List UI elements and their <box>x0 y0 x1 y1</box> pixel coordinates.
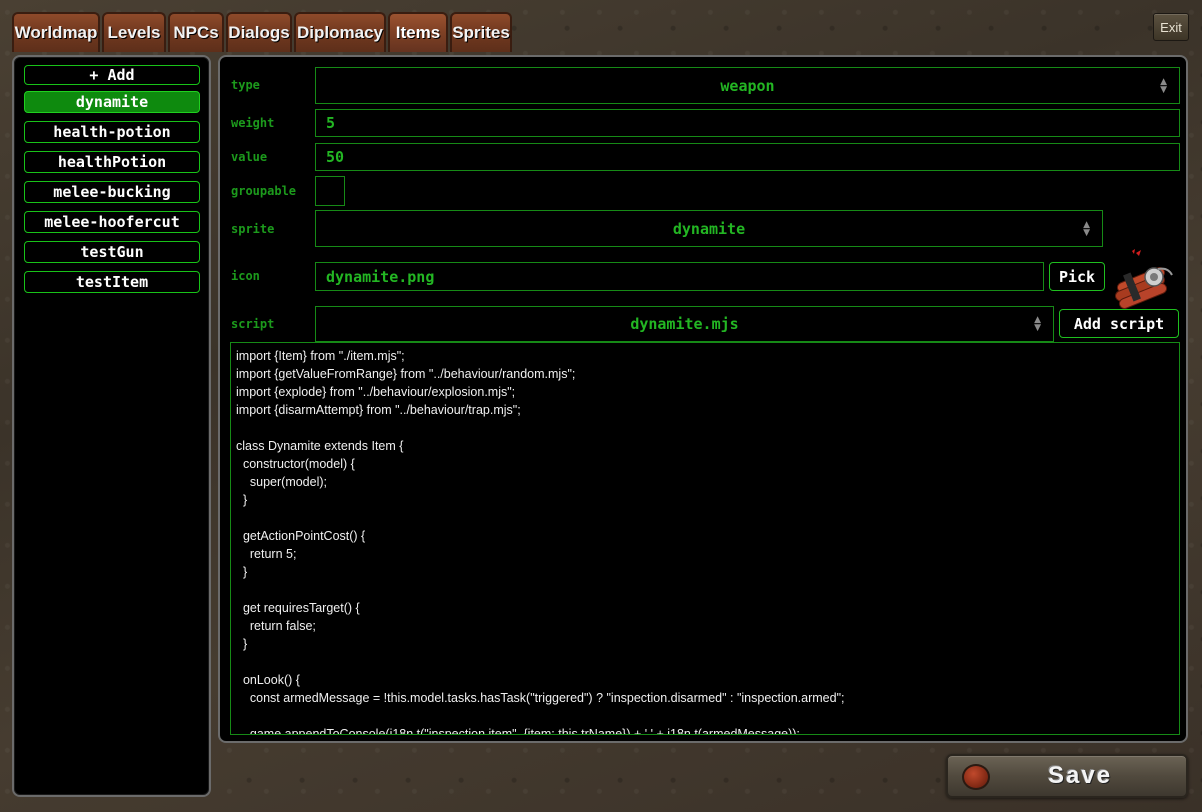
save-button[interactable]: Save <box>946 754 1188 798</box>
list-item[interactable]: dynamite <box>24 91 200 113</box>
updown-arrows-icon: ▲ ▼ <box>1160 76 1167 95</box>
tab-levels[interactable]: Levels <box>102 12 166 52</box>
script-label: script <box>231 317 275 331</box>
updown-arrows-icon: ▲ ▼ <box>1083 219 1090 238</box>
type-label: type <box>231 78 260 92</box>
sprite-value: dynamite <box>672 219 746 238</box>
script-select[interactable]: dynamite.mjs ▲ ▼ <box>315 306 1054 342</box>
tab-worldmap[interactable]: Worldmap <box>12 12 100 52</box>
code-line: return 5; <box>236 547 297 561</box>
tab-diplomacy[interactable]: Diplomacy <box>294 12 386 52</box>
code-line: import {Item} from "./item.mjs"; <box>236 349 405 363</box>
weight-label: weight <box>231 116 275 130</box>
red-knob-icon <box>962 764 990 790</box>
list-item[interactable]: melee-hoofercut <box>24 211 200 233</box>
list-item[interactable]: health-potion <box>24 121 200 143</box>
code-line: class Dynamite extends Item { <box>236 439 404 453</box>
code-line: super(model); <box>236 475 328 489</box>
tab-npcs[interactable]: NPCs <box>168 12 224 52</box>
code-line: import {disarmAttempt} from "../behaviou… <box>236 403 521 417</box>
script-value: dynamite.mjs <box>630 315 739 333</box>
icon-label: icon <box>231 269 260 283</box>
sprite-select[interactable]: dynamite ▲ ▼ <box>315 210 1103 247</box>
list-item[interactable]: melee-bucking <box>24 181 200 203</box>
code-line: onLook() { <box>236 673 300 687</box>
type-select[interactable]: weapon ▲ ▼ <box>315 67 1180 104</box>
save-label: Save <box>1048 762 1113 789</box>
tab-dialogs[interactable]: Dialogs <box>226 12 292 52</box>
list-item[interactable]: healthPotion <box>24 151 200 173</box>
item-list-panel: + Add dynamite health-potion healthPotio… <box>12 55 211 797</box>
exit-button[interactable]: Exit <box>1153 13 1189 41</box>
sprite-label: sprite <box>231 222 275 236</box>
tab-bar: Worldmap Levels NPCs Dialogs Diplomacy I… <box>12 12 512 52</box>
code-line: import {explode} from "../behaviour/expl… <box>236 385 516 399</box>
list-item[interactable]: testGun <box>24 241 200 263</box>
type-value: weapon <box>720 76 775 95</box>
tab-sprites[interactable]: Sprites <box>450 12 512 52</box>
code-line: return false; <box>236 619 316 633</box>
script-code-editor[interactable]: import {Item} from "./item.mjs"; import {… <box>230 342 1180 735</box>
code-line: getActionPointCost() { <box>236 529 366 543</box>
tab-items[interactable]: Items <box>388 12 448 52</box>
dynamite-icon <box>1115 249 1173 309</box>
pick-button[interactable]: Pick <box>1049 262 1105 291</box>
code-line: get requiresTarget() { <box>236 601 360 615</box>
list-item[interactable]: testItem <box>24 271 200 293</box>
groupable-checkbox[interactable] <box>315 176 345 206</box>
weight-input[interactable]: 5 <box>315 109 1180 137</box>
add-item-button[interactable]: + Add <box>24 65 200 85</box>
updown-arrows-icon: ▲ ▼ <box>1034 315 1041 333</box>
icon-input[interactable]: dynamite.png <box>315 262 1044 291</box>
code-line: } <box>236 637 248 651</box>
code-line: } <box>236 493 248 507</box>
code-line: game.appendToConsole(i18n.t("inspection.… <box>236 727 800 735</box>
code-line: constructor(model) { <box>236 457 355 471</box>
groupable-label: groupable <box>231 184 297 198</box>
value-input[interactable]: 50 <box>315 143 1180 171</box>
code-line: import {getValueFromRange} from "../beha… <box>236 367 576 381</box>
add-script-button[interactable]: Add script <box>1059 309 1179 338</box>
value-label: value <box>231 150 268 164</box>
code-line: const armedMessage = !this.model.tasks.h… <box>236 691 845 705</box>
item-editor-panel: type weapon ▲ ▼ weight 5 value 50 groupab… <box>218 55 1188 743</box>
code-line: } <box>236 565 248 579</box>
